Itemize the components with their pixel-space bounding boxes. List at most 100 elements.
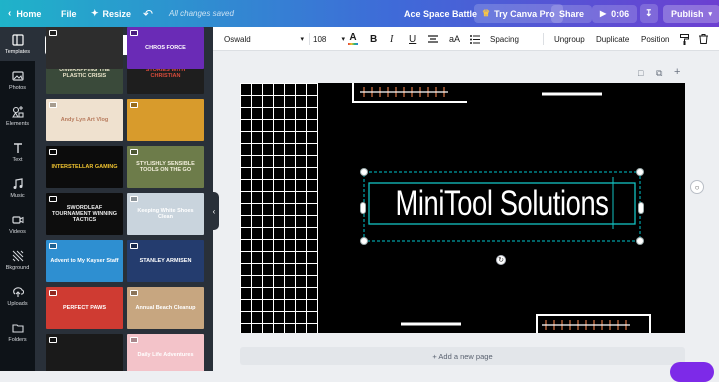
play-button[interactable]: ▶ 0:06	[592, 0, 638, 27]
try-canva-pro-button[interactable]: ♕ Try Canva Pro	[474, 0, 563, 27]
templates-panel: ✕ UNWRAPPING THE PLASTIC CRISISSTORIES W…	[35, 27, 213, 371]
undo-icon[interactable]: ↶	[143, 0, 153, 27]
template-title: PERFECT PAWS	[63, 304, 106, 311]
elements-icon	[11, 105, 24, 118]
template-thumbnail[interactable]: SWORDLEAF TOURNAMENT WINNING TACTICS	[46, 193, 123, 235]
template-thumbnail[interactable]: INTERSTELLAR GAMING	[46, 146, 123, 188]
video-badge-icon	[49, 30, 57, 36]
template-thumbnail[interactable]: CHROS FORCE	[127, 27, 204, 69]
top-bar: ‹ Home File ✦ Resize ↶ All changes saved…	[0, 0, 719, 27]
comment-icon[interactable]: ○	[690, 180, 704, 194]
duplicate-button[interactable]: Duplicate	[596, 27, 629, 51]
templates-icon	[11, 33, 24, 46]
bold-button[interactable]: B	[370, 27, 377, 51]
template-title: CHROS FORCE	[145, 44, 186, 51]
letter-case-button[interactable]: aA	[449, 27, 460, 51]
align-center-icon	[428, 34, 438, 43]
play-icon: ▶	[600, 9, 607, 18]
divider	[543, 33, 544, 45]
resize-handle[interactable]	[361, 169, 367, 175]
collapse-panel-button[interactable]: ‹	[209, 192, 219, 230]
delete-button[interactable]	[699, 27, 708, 51]
rail-item-photos[interactable]: Photos	[0, 63, 35, 97]
try-canva-label: Try Canva Pro	[494, 8, 555, 19]
spacing-button[interactable]: Spacing	[490, 27, 519, 51]
underline-button[interactable]: U	[409, 27, 416, 51]
add-page-icon[interactable]: +	[674, 66, 680, 78]
template-thumbnail[interactable]: STYLISHLY SENSIBLE TOOLS ON THE GO	[127, 146, 204, 188]
ungroup-button[interactable]: Ungroup	[554, 27, 585, 51]
align-button[interactable]	[428, 27, 438, 51]
font-selector[interactable]: Oswald ▾	[224, 27, 304, 51]
rail-label: Photos	[8, 84, 27, 91]
divider	[309, 33, 310, 45]
text-color-swatch	[348, 43, 358, 45]
resize-handle[interactable]	[637, 238, 643, 244]
publish-button[interactable]: Publish ▾	[663, 0, 719, 27]
background-icon	[12, 250, 23, 261]
template-title: Annual Beach Cleanup	[135, 304, 196, 311]
template-thumbnail[interactable]: PERFECT PAWS	[46, 287, 123, 329]
template-thumbnail[interactable]	[46, 334, 123, 371]
template-thumbnail[interactable]: Andy Lyn Art Vlog	[46, 99, 123, 141]
template-thumbnail[interactable]	[46, 27, 123, 69]
rotate-icon[interactable]: ↻	[496, 255, 506, 265]
font-name: Oswald	[224, 34, 251, 44]
resize-handle[interactable]	[361, 203, 365, 213]
rail-label: Videos	[9, 228, 26, 235]
photos-icon	[11, 70, 24, 81]
help-button[interactable]	[670, 362, 714, 382]
text-color-a-icon: A	[349, 32, 357, 43]
home-button[interactable]: ‹ Home	[8, 0, 41, 27]
notes-icon[interactable]: □	[638, 68, 643, 78]
chevron-down-icon: ▾	[300, 36, 304, 43]
position-button[interactable]: Position	[641, 27, 669, 51]
italic-button[interactable]: I	[390, 27, 393, 51]
add-page-button[interactable]: + Add a new page	[240, 347, 685, 365]
template-title: STANLEY ARMISEN	[139, 257, 192, 264]
resize-handle[interactable]	[637, 169, 643, 175]
text-icon	[13, 142, 22, 153]
template-thumbnail[interactable]	[127, 99, 204, 141]
title-text[interactable]: MiniTool Solutions	[395, 182, 608, 226]
template-thumbnail[interactable]: STANLEY ARMISEN	[127, 240, 204, 282]
trash-icon	[699, 34, 708, 44]
font-size-value: 108	[313, 34, 327, 44]
template-thumbnail[interactable]: Annual Beach Cleanup	[127, 287, 204, 329]
crown-icon: ♕	[482, 8, 491, 18]
rail-item-text[interactable]: Text	[0, 135, 35, 169]
rail-item-uploads[interactable]: Uploads	[0, 279, 35, 313]
rail-item-templates[interactable]: Templates	[0, 27, 35, 61]
rail-item-elements[interactable]: Elements	[0, 99, 35, 133]
copy-style-button[interactable]	[680, 27, 689, 51]
save-status: All changes saved	[169, 9, 234, 18]
chevron-left-icon: ‹	[212, 206, 216, 216]
resize-handle[interactable]	[639, 203, 643, 213]
list-icon	[470, 34, 480, 44]
file-menu[interactable]: File	[61, 0, 77, 27]
text-color-button[interactable]: A	[348, 27, 358, 51]
text-toolbar: Oswald ▾ 108 ▾ A B I U aA Spacing Ungrou…	[213, 27, 719, 51]
video-badge-icon	[130, 337, 138, 343]
top-stripes	[360, 87, 448, 97]
list-button[interactable]	[470, 27, 480, 51]
template-thumbnail[interactable]: Daily Life Adventures	[127, 334, 204, 371]
template-thumbnail[interactable]: Advent to My Kayser Staff	[46, 240, 123, 282]
duplicate-page-icon[interactable]: ⧉	[656, 68, 662, 79]
download-button[interactable]: ↧	[640, 0, 658, 27]
chevron-left-icon: ‹	[8, 8, 12, 19]
resize-handle[interactable]	[361, 238, 367, 244]
video-badge-icon	[130, 290, 138, 296]
rail-label: Bkground	[5, 264, 30, 271]
resize-button[interactable]: ✦ Resize	[91, 0, 131, 27]
rail-item-music[interactable]: Music	[0, 171, 35, 205]
rail-item-background[interactable]: Bkground	[0, 243, 35, 277]
template-thumbnail[interactable]: Keeping White Shoes Clean	[127, 193, 204, 235]
music-icon	[13, 177, 23, 189]
bottom-stripes	[542, 320, 630, 330]
design-title[interactable]: Ace Space Battle	[404, 0, 477, 27]
rail-item-folders[interactable]: Folders	[0, 315, 35, 349]
rail-item-videos[interactable]: Videos	[0, 207, 35, 241]
font-size-selector[interactable]: 108 ▾	[313, 27, 345, 51]
share-button[interactable]: Share	[551, 0, 593, 27]
